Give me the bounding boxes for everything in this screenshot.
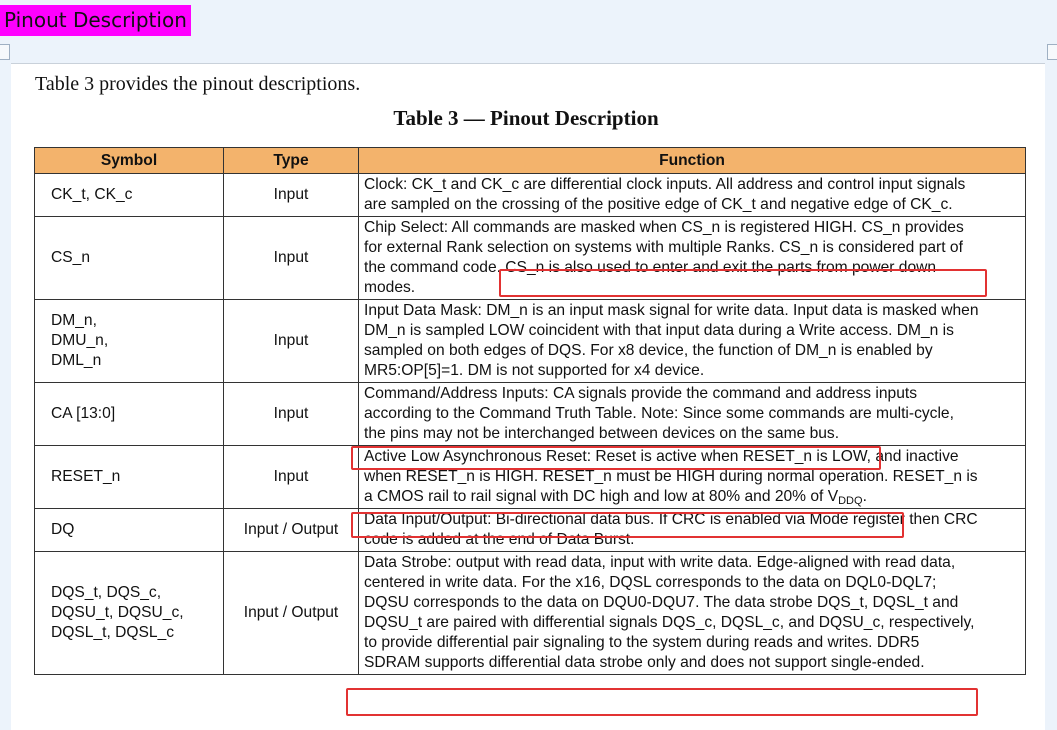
function-cell: Clock: CK_t and CK_c are differential cl…	[358, 173, 1026, 217]
symbol-cell: CA [13:0]	[34, 382, 224, 446]
page-edge-marker-left	[0, 44, 10, 60]
table-row: DM_n, DMU_n, DML_n Input Input Data Mask…	[34, 299, 1026, 383]
intro-paragraph: Table 3 provides the pinout descriptions…	[35, 73, 361, 95]
table-header-row: Symbol Type Function	[34, 147, 1026, 174]
table-caption: Table 3 — Pinout Description	[393, 106, 659, 130]
section-heading: Pinout Description	[0, 5, 191, 36]
function-cell: Input Data Mask: DM_n is an input mask s…	[358, 299, 1026, 383]
table-row: RESET_n Input Active Low Asynchronous Re…	[34, 445, 1026, 509]
symbol-cell: DM_n, DMU_n, DML_n	[34, 299, 224, 383]
symbol-cell: RESET_n	[34, 445, 224, 509]
type-cell: Input	[223, 445, 359, 509]
document-page: Table 3 provides the pinout descriptions…	[11, 63, 1045, 730]
function-cell: Command/Address Inputs: CA signals provi…	[358, 382, 1026, 446]
symbol-cell: DQ	[34, 508, 224, 552]
table-row: DQ Input / Output Data Input/Output: Bi-…	[34, 508, 1026, 552]
pinout-table: Symbol Type Function CK_t, CK_c Input Cl…	[34, 147, 1026, 675]
symbol-cell: DQS_t, DQS_c, DQSU_t, DQSU_c, DQSL_t, DQ…	[34, 551, 224, 675]
symbol-cell: CK_t, CK_c	[34, 173, 224, 217]
page-edge-marker-right	[1047, 44, 1057, 60]
symbol-cell: CS_n	[34, 216, 224, 300]
highlight-box-dqs-differential	[346, 688, 978, 716]
function-cell: Data Input/Output: Bi-directional data b…	[358, 508, 1026, 552]
function-cell: Chip Select: All commands are masked whe…	[358, 216, 1026, 300]
column-header-type: Type	[223, 147, 359, 174]
type-cell: Input	[223, 173, 359, 217]
function-cell: Data Strobe: output with read data, inpu…	[358, 551, 1026, 675]
vddq-subscript: DDQ	[838, 495, 863, 507]
table-row: CK_t, CK_c Input Clock: CK_t and CK_c ar…	[34, 173, 1026, 217]
function-cell: Active Low Asynchronous Reset: Reset is …	[358, 445, 1026, 509]
type-cell: Input / Output	[223, 551, 359, 675]
table-row: CA [13:0] Input Command/Address Inputs: …	[34, 382, 1026, 446]
column-header-symbol: Symbol	[34, 147, 224, 174]
table-row: DQS_t, DQS_c, DQSU_t, DQSU_c, DQSL_t, DQ…	[34, 551, 1026, 675]
type-cell: Input	[223, 382, 359, 446]
table-row: CS_n Input Chip Select: All commands are…	[34, 216, 1026, 300]
type-cell: Input	[223, 216, 359, 300]
type-cell: Input / Output	[223, 508, 359, 552]
column-header-function: Function	[358, 147, 1026, 174]
type-cell: Input	[223, 299, 359, 383]
